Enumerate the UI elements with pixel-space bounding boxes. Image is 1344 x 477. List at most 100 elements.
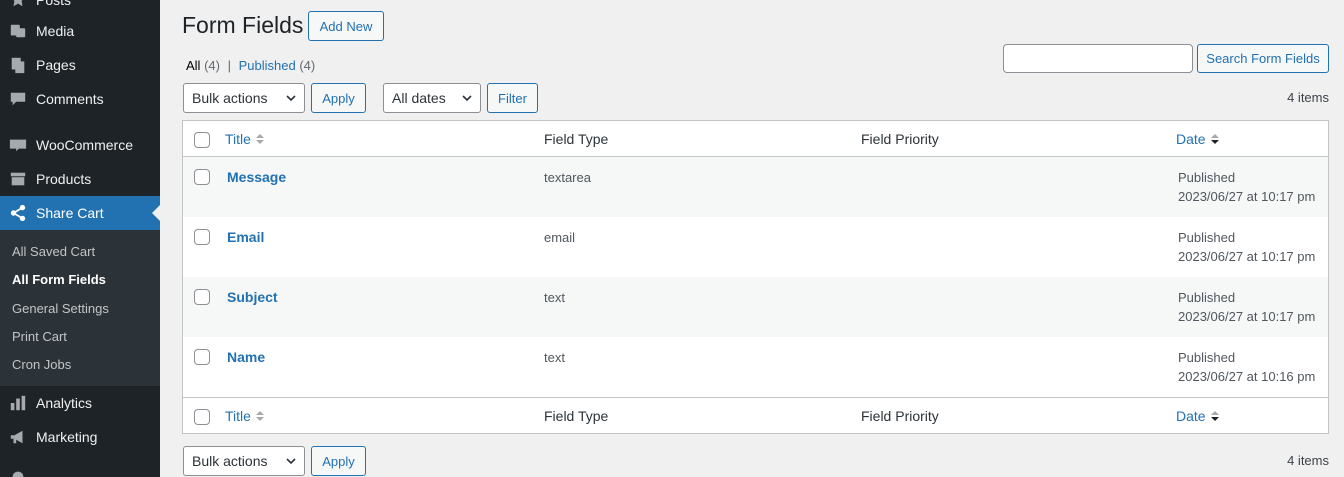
sort-desc-icon: [1211, 411, 1219, 421]
bulk-actions-value: Bulk actions: [192, 453, 268, 469]
comments-icon: [8, 89, 28, 109]
row-field-type: email: [544, 230, 576, 245]
megaphone-icon: [8, 427, 28, 447]
sidebar-item-comments[interactable]: Comments: [0, 82, 160, 116]
column-field-type: Field Type: [544, 131, 609, 147]
sidebar-item-label: Pages: [36, 57, 76, 73]
search-input[interactable]: [1003, 44, 1193, 73]
items-count-bottom: 4 items: [1287, 453, 1329, 468]
row-status: Published: [1178, 230, 1236, 245]
row-status: Published: [1178, 170, 1236, 185]
sidebar-item-pages[interactable]: Pages: [0, 48, 160, 82]
sidebar-item-label: Marketing: [36, 429, 98, 445]
row-checkbox[interactable]: [194, 289, 210, 305]
sidebar-item-label: Products: [36, 171, 92, 187]
menu-icon: [8, 467, 28, 477]
table-row: Subject text Published 2023/06/27 at 10:…: [183, 277, 1328, 337]
row-checkbox[interactable]: [194, 169, 210, 185]
column-field-priority: Field Priority: [861, 131, 939, 147]
sidebar-item-label: Analytics: [36, 395, 93, 411]
admin-sidebar: Posts Media Pages Comments WooCommerce P…: [0, 0, 160, 477]
add-new-button[interactable]: Add New: [308, 11, 384, 41]
row-date: 2023/06/27 at 10:17 pm: [1178, 249, 1316, 264]
sidebar-item-analytics[interactable]: Analytics: [0, 386, 160, 420]
share-icon: [8, 203, 28, 223]
select-all-checkbox-footer[interactable]: [194, 409, 210, 425]
row-title-link[interactable]: Name: [227, 349, 265, 365]
table-footer: Title Field Type Field Priority Date: [183, 397, 1328, 433]
date-filter-value: All dates: [392, 90, 446, 106]
sidebar-submenu: All Saved Cart All Form Fields General S…: [0, 230, 160, 386]
date-filter-select[interactable]: All dates: [383, 83, 481, 113]
sidebar-item-label: Media: [36, 23, 75, 39]
chevron-down-icon: [286, 458, 296, 465]
row-status: Published: [1178, 350, 1236, 365]
filter-button[interactable]: Filter: [487, 83, 538, 113]
sidebar-item-label: WooCommerce: [36, 137, 133, 153]
table-row: Message textarea Published 2023/06/27 at…: [183, 157, 1328, 217]
table-header: Title Field Type Field Priority Date: [183, 121, 1328, 157]
sidebar-item-label: Posts: [36, 0, 72, 8]
view-published-count: (4): [299, 58, 316, 73]
row-title-link[interactable]: Subject: [227, 289, 278, 305]
sidebar-item-media[interactable]: Media: [0, 14, 160, 48]
products-icon: [8, 169, 28, 189]
view-published-link[interactable]: Published: [239, 58, 296, 73]
submenu-item-print-cart[interactable]: Print Cart: [12, 329, 67, 344]
column-date-sort-footer[interactable]: Date: [1176, 408, 1206, 424]
woocommerce-icon: [8, 135, 28, 155]
submenu-item-all-saved-cart[interactable]: All Saved Cart: [12, 244, 95, 259]
form-fields-table: Title Field Type Field Priority Date Mes…: [182, 120, 1329, 434]
sort-icon: [256, 411, 264, 421]
row-title-link[interactable]: Message: [227, 169, 286, 185]
row-date: 2023/06/27 at 10:16 pm: [1178, 369, 1316, 384]
submenu-item-all-form-fields[interactable]: All Form Fields: [12, 272, 106, 287]
table-row: Email email Published 2023/06/27 at 10:1…: [183, 217, 1328, 277]
bulk-actions-select-bottom[interactable]: Bulk actions: [183, 446, 305, 476]
apply-button-bottom[interactable]: Apply: [311, 446, 366, 476]
submenu-item-cron-jobs[interactable]: Cron Jobs: [12, 357, 71, 372]
sidebar-item-marketing[interactable]: Marketing: [0, 420, 160, 454]
main-content: Form Fields Add New All (4) | Published …: [160, 0, 1344, 477]
analytics-icon: [8, 393, 28, 413]
column-title-sort[interactable]: Title: [225, 131, 251, 147]
chevron-down-icon: [286, 95, 296, 102]
row-field-type: text: [544, 350, 565, 365]
sidebar-item-share-cart[interactable]: Share Cart: [0, 196, 160, 230]
row-field-type: textarea: [544, 170, 591, 185]
pages-icon: [8, 55, 28, 75]
row-status: Published: [1178, 290, 1236, 305]
bulk-actions-select-top[interactable]: Bulk actions: [183, 83, 305, 113]
items-count-top: 4 items: [1287, 90, 1329, 105]
view-separator: |: [227, 58, 231, 73]
submenu-item-general-settings[interactable]: General Settings: [12, 301, 109, 316]
column-title-sort-footer[interactable]: Title: [225, 408, 251, 424]
bulk-actions-value: Bulk actions: [192, 90, 268, 106]
select-all-checkbox[interactable]: [194, 132, 210, 148]
row-checkbox[interactable]: [194, 349, 210, 365]
sidebar-item-products[interactable]: Products: [0, 162, 160, 196]
chevron-down-icon: [462, 95, 472, 102]
sidebar-item-label: Comments: [36, 91, 104, 107]
search-form-fields-button[interactable]: Search Form Fields: [1197, 44, 1329, 73]
column-date-sort[interactable]: Date: [1176, 131, 1206, 147]
column-field-priority-footer: Field Priority: [861, 408, 939, 424]
column-field-type-footer: Field Type: [544, 408, 609, 424]
sort-desc-icon: [1211, 134, 1219, 144]
row-field-type: text: [544, 290, 565, 305]
row-checkbox[interactable]: [194, 229, 210, 245]
pin-icon: [8, 0, 28, 10]
view-filters: All (4) | Published (4): [186, 58, 315, 73]
sidebar-item-more[interactable]: [0, 460, 160, 477]
row-date: 2023/06/27 at 10:17 pm: [1178, 189, 1316, 204]
sidebar-item-woocommerce[interactable]: WooCommerce: [0, 128, 160, 162]
table-row: Name text Published 2023/06/27 at 10:16 …: [183, 337, 1328, 397]
row-date: 2023/06/27 at 10:17 pm: [1178, 309, 1316, 324]
view-all-count: (4): [204, 58, 220, 73]
row-title-link[interactable]: Email: [227, 229, 264, 245]
apply-button-top[interactable]: Apply: [311, 83, 366, 113]
view-all-link[interactable]: All: [186, 58, 200, 73]
page-title: Form Fields: [182, 12, 304, 38]
sort-icon: [256, 134, 264, 144]
media-icon: [8, 21, 28, 41]
